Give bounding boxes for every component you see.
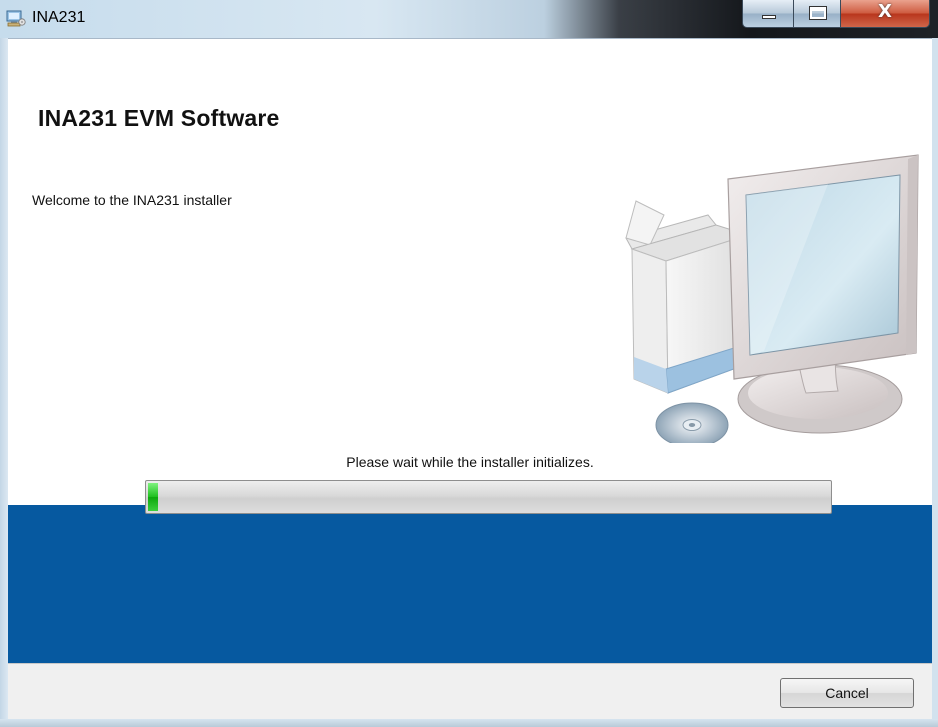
window-title: INA231 [32, 9, 86, 26]
brand-band [8, 505, 932, 663]
installer-heading: INA231 EVM Software [38, 105, 280, 131]
maximize-icon [809, 6, 827, 20]
installer-window: INA231 X INA231 EVM Software Welcome to … [0, 0, 938, 727]
computer-with-box-and-cd-icon [588, 143, 924, 448]
caption-buttons: X [742, 0, 934, 30]
window-frame-bottom [0, 719, 938, 727]
maximize-button[interactable] [793, 0, 841, 28]
minimize-button[interactable] [742, 0, 794, 28]
close-button[interactable]: X [840, 0, 930, 28]
status-text: Please wait while the installer initiali… [346, 454, 594, 470]
progress-fill [148, 483, 158, 511]
window-frame-left [0, 38, 8, 727]
welcome-text: Welcome to the INA231 installer [32, 192, 232, 208]
installer-icon [6, 9, 26, 27]
title-bar[interactable]: INA231 X [0, 0, 938, 38]
cancel-button[interactable]: Cancel [780, 678, 914, 708]
progress-bar [145, 480, 832, 514]
close-icon: X [878, 1, 892, 22]
installer-content: INA231 EVM Software Welcome to the INA23… [8, 38, 932, 719]
window-frame-right [932, 38, 938, 727]
minimize-icon [762, 15, 776, 19]
footer-bar: Cancel [8, 663, 932, 719]
